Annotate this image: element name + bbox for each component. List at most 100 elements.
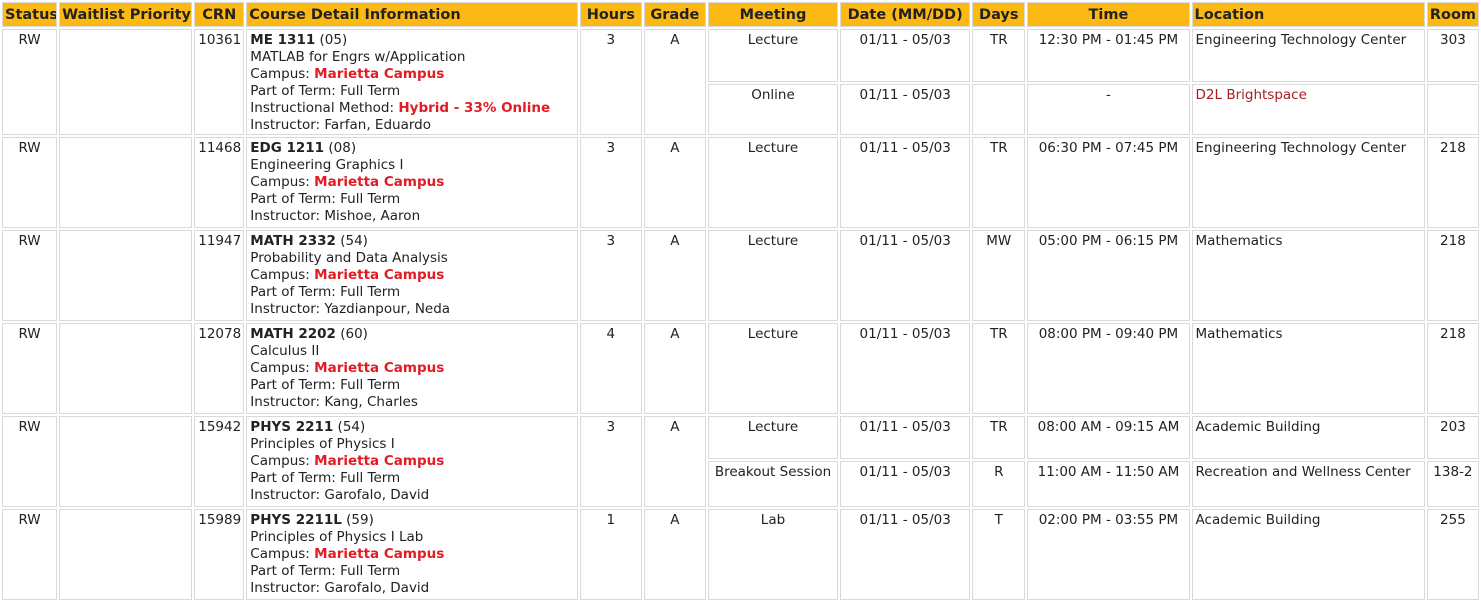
meeting-type-cell: Lab — [707, 509, 839, 600]
status-cell: RW — [2, 137, 58, 228]
schedule-body: RW 10361 ME 1311 (05) MATLAB for Engrs w/Ap… — [2, 29, 1479, 600]
course-code: EDG 1211 — [250, 140, 325, 156]
meeting-type-cell: Lecture — [707, 323, 839, 414]
waitlist-cell — [59, 323, 193, 414]
waitlist-cell — [59, 416, 193, 507]
instructor-line: Instructor: Mishoe, Aaron — [250, 208, 573, 225]
hours-cell: 3 — [579, 416, 642, 507]
table-row: RW 15942 PHYS 2211 (54) Principles of Physi… — [2, 416, 1479, 507]
table-row: RW 12078 MATH 2202 (60) Calculus II Campus: … — [2, 323, 1479, 414]
course-detail-cell: ME 1311 (05) MATLAB for Engrs w/Applicati… — [246, 29, 578, 135]
part-of-term-line: Part of Term: Full Term — [250, 377, 573, 394]
campus-value: Marietta Campus — [314, 267, 445, 283]
course-section: (54) — [333, 419, 366, 435]
crn-cell: 10361 — [194, 29, 245, 135]
instructor-label: Instructor: — [250, 117, 325, 133]
status-cell: RW — [2, 230, 58, 321]
schedule-table: Status Waitlist Priority CRN Course Deta… — [0, 0, 1481, 602]
header-time: Time — [1027, 2, 1190, 27]
campus-label: Campus: — [250, 66, 315, 82]
meeting-type-cell: Breakout Session — [707, 461, 839, 507]
header-meeting: Meeting — [707, 2, 839, 27]
instructor-value: Kang, Charles — [324, 394, 418, 410]
crn-cell: 15942 — [194, 416, 245, 507]
course-code: PHYS 2211L — [250, 512, 342, 528]
waitlist-cell — [59, 230, 193, 321]
status-cell: RW — [2, 323, 58, 414]
hours-cell: 3 — [579, 29, 642, 135]
course-detail-cell: MATH 2202 (60) Calculus II Campus: Mariett… — [246, 323, 578, 414]
course-section: (59) — [341, 512, 374, 528]
part-of-term-line: Part of Term: Full Term — [250, 563, 573, 580]
date-cell: 01/11 - 05/03 — [840, 29, 971, 82]
location-cell: Mathematics — [1191, 230, 1425, 321]
campus-line: Campus: Marietta Campus — [250, 453, 573, 470]
grade-cell: A — [643, 509, 706, 600]
time-cell: 06:30 PM - 07:45 PM — [1027, 137, 1190, 228]
room-cell: 218 — [1426, 230, 1479, 321]
table-row: RW 11947 MATH 2332 (54) Probability and Dat… — [2, 230, 1479, 321]
course-heading: PHYS 2211 (54) — [250, 419, 573, 436]
room-cell: 203 — [1426, 416, 1479, 459]
grade-cell: A — [643, 137, 706, 228]
days-cell: TR — [972, 323, 1026, 414]
waitlist-cell — [59, 29, 193, 135]
part-of-term-line: Part of Term: Full Term — [250, 284, 573, 301]
table-row: RW 11468 EDG 1211 (08) Engineering Graphics… — [2, 137, 1479, 228]
time-cell: 12:30 PM - 01:45 PM — [1027, 29, 1190, 82]
days-cell: TR — [972, 416, 1026, 459]
meeting-type-cell: Lecture — [707, 29, 839, 82]
course-section: (54) — [335, 233, 368, 249]
hours-cell: 1 — [579, 509, 642, 600]
hours-cell: 3 — [579, 230, 642, 321]
header-waitlist: Waitlist Priority — [59, 2, 193, 27]
time-cell: 05:00 PM - 06:15 PM — [1027, 230, 1190, 321]
course-section: (08) — [324, 140, 357, 156]
course-heading: EDG 1211 (08) — [250, 140, 573, 157]
table-row: RW 10361 ME 1311 (05) MATLAB for Engrs w/Ap… — [2, 29, 1479, 135]
campus-label: Campus: — [250, 453, 315, 469]
instructor-value: Garofalo, David — [324, 580, 430, 596]
location-link[interactable]: D2L Brightspace — [1191, 83, 1425, 135]
part-of-term-line: Part of Term: Full Term — [250, 191, 573, 208]
date-cell: 01/11 - 05/03 — [840, 83, 971, 135]
course-title: Probability and Data Analysis — [250, 250, 448, 266]
header-grade: Grade — [643, 2, 706, 27]
part-of-term-label: Part of Term: — [250, 83, 341, 99]
course-title: Engineering Graphics I — [250, 157, 404, 173]
grade-cell: A — [643, 29, 706, 135]
instructor-value: Mishoe, Aaron — [324, 208, 421, 224]
room-cell: 303 — [1426, 29, 1479, 82]
instructor-value: Yazdianpour, Neda — [324, 301, 451, 317]
campus-value: Marietta Campus — [314, 66, 445, 82]
waitlist-cell — [59, 509, 193, 600]
course-code: PHYS 2211 — [250, 419, 334, 435]
course-section: (05) — [315, 32, 348, 48]
days-cell: TR — [972, 29, 1026, 82]
part-of-term-value: Full Term — [340, 284, 401, 300]
course-section: (60) — [335, 326, 368, 342]
location-cell: Recreation and Wellness Center — [1191, 461, 1425, 507]
campus-label: Campus: — [250, 360, 315, 376]
time-cell: - — [1027, 83, 1190, 135]
location-cell: Engineering Technology Center — [1191, 29, 1425, 82]
time-cell: 11:00 AM - 11:50 AM — [1027, 461, 1190, 507]
course-title: Principles of Physics I — [250, 436, 395, 452]
time-cell: 08:00 AM - 09:15 AM — [1027, 416, 1190, 459]
room-cell: 138-2 — [1426, 461, 1479, 507]
campus-value: Marietta Campus — [314, 453, 445, 469]
crn-cell: 12078 — [194, 323, 245, 414]
date-cell: 01/11 - 05/03 — [840, 509, 971, 600]
instructional-method-label: Instructional Method: — [250, 100, 399, 116]
part-of-term-line: Part of Term: Full Term — [250, 83, 573, 100]
campus-label: Campus: — [250, 546, 315, 562]
instructor-value: Farfan, Eduardo — [324, 117, 431, 133]
course-detail-cell: EDG 1211 (08) Engineering Graphics I Campu… — [246, 137, 578, 228]
instructor-line: Instructor: Yazdianpour, Neda — [250, 301, 573, 318]
course-code: MATH 2332 — [250, 233, 336, 249]
campus-line: Campus: Marietta Campus — [250, 546, 573, 563]
meeting-type-cell: Lecture — [707, 137, 839, 228]
part-of-term-label: Part of Term: — [250, 563, 341, 579]
header-detail: Course Detail Information — [246, 2, 578, 27]
date-cell: 01/11 - 05/03 — [840, 323, 971, 414]
